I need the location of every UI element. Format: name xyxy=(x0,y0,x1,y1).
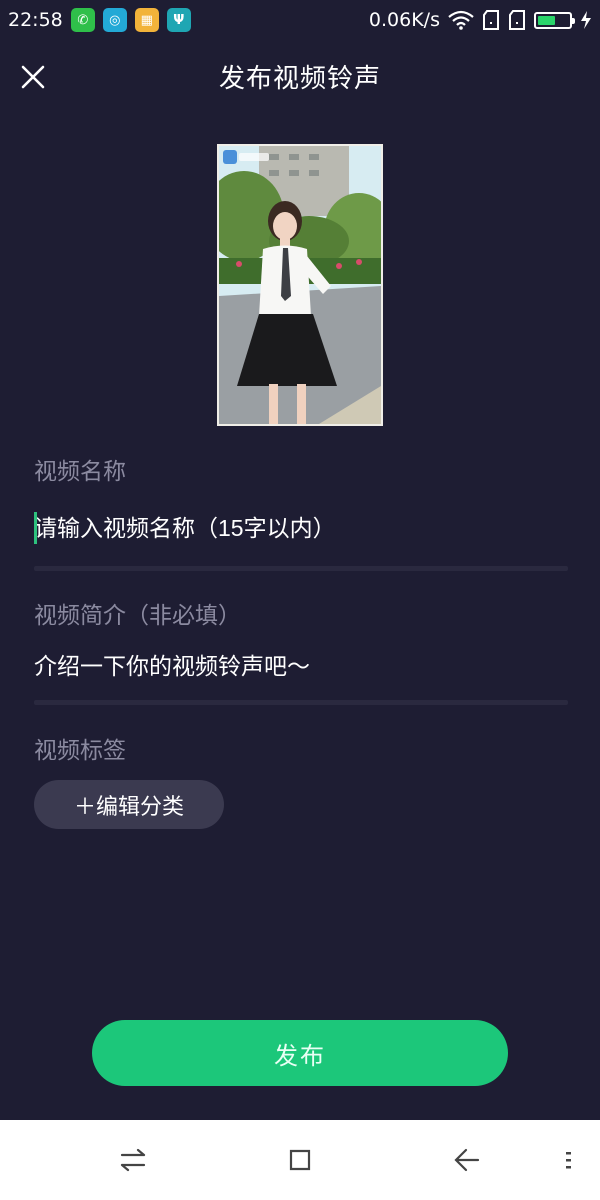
sim2-signal-icon xyxy=(509,10,525,30)
video-thumbnail[interactable] xyxy=(217,144,383,426)
network-speed: 0.06K/s xyxy=(368,9,440,31)
video-desc-input[interactable] xyxy=(34,648,568,684)
gallery-icon: ▦ xyxy=(134,8,159,32)
home-square-icon xyxy=(289,1149,311,1171)
video-name-input[interactable] xyxy=(34,510,568,546)
sim1-signal-icon xyxy=(483,10,499,30)
text-cursor xyxy=(34,512,37,544)
back-arrow-icon xyxy=(454,1148,480,1172)
status-left: 22:58 ✆ ◎ ▦ Ψ xyxy=(8,8,191,32)
publish-button[interactable]: 发布 xyxy=(92,1020,508,1086)
status-right: 0.06K/s xyxy=(369,9,592,31)
header: 发布视频铃声 xyxy=(0,48,600,104)
page-title: 发布视频铃声 xyxy=(218,63,381,94)
video-name-divider xyxy=(34,566,568,571)
video-desc-label: 视频简介（非必填） xyxy=(34,603,241,629)
wifi-icon xyxy=(448,10,474,30)
video-desc-divider xyxy=(34,700,568,705)
close-button[interactable] xyxy=(14,58,52,96)
video-thumbnail-image xyxy=(219,146,381,424)
browser-icon: ◎ xyxy=(102,8,127,32)
wechat-icon: ✆ xyxy=(70,8,95,32)
video-tags-label: 视频标签 xyxy=(34,738,126,764)
usb-icon: Ψ xyxy=(166,8,191,32)
status-time: 22:58 xyxy=(8,9,63,31)
status-bar: 22:58 ✆ ◎ ▦ Ψ 0.06K/s xyxy=(0,0,600,40)
edit-category-button[interactable]: ＋编辑分类 xyxy=(34,780,224,829)
menu-button[interactable] xyxy=(551,1144,583,1176)
back-button[interactable] xyxy=(450,1144,482,1176)
charging-icon xyxy=(581,11,591,29)
switch-app-button[interactable] xyxy=(117,1144,149,1176)
close-icon xyxy=(21,65,45,89)
system-nav-bar xyxy=(0,1120,600,1200)
video-name-label: 视频名称 xyxy=(34,459,126,485)
home-button[interactable] xyxy=(284,1144,316,1176)
menu-icon xyxy=(566,1152,571,1169)
switch-arrows-icon xyxy=(120,1148,146,1172)
edit-category-label: ＋编辑分类 xyxy=(73,794,184,820)
battery-fill xyxy=(538,15,555,25)
battery-icon xyxy=(534,11,575,29)
publish-label: 发布 xyxy=(274,1041,326,1070)
